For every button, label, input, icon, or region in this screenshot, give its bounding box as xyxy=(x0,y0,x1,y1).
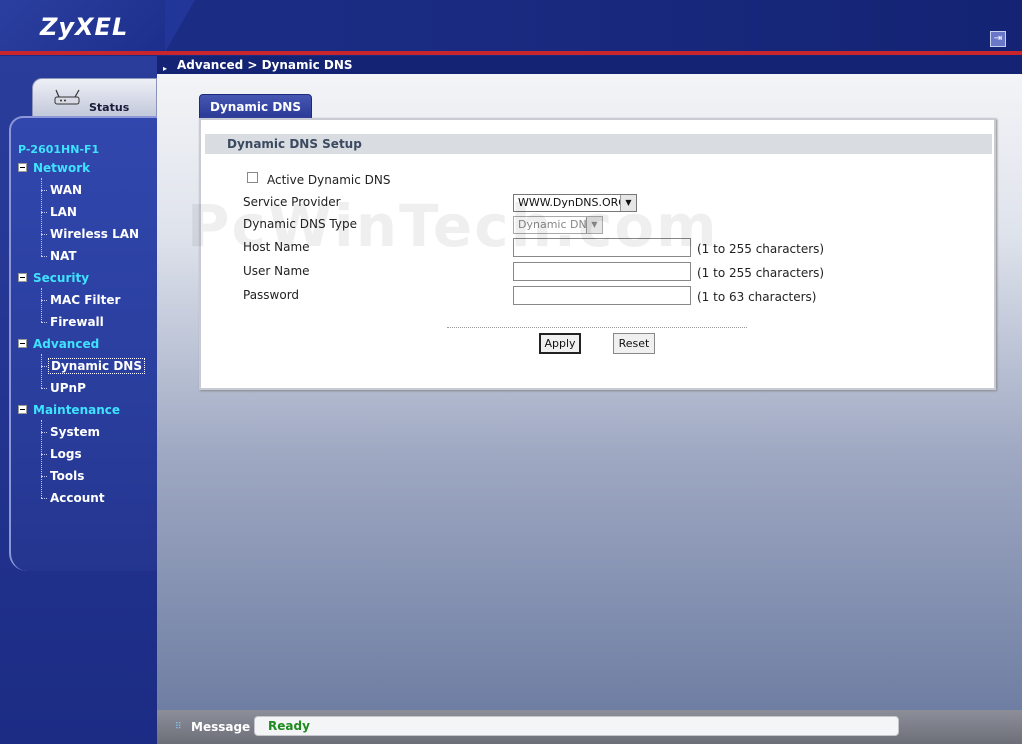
tree-line xyxy=(41,354,42,388)
breadcrumb-text: Advanced > Dynamic DNS xyxy=(177,58,353,72)
nav-group-label: Maintenance xyxy=(33,403,121,417)
collapse-icon xyxy=(18,339,27,348)
tree-tick xyxy=(41,190,47,191)
tree-tick xyxy=(41,256,47,257)
active-dynamic-dns-checkbox[interactable] xyxy=(247,172,258,183)
tab-dynamic-dns[interactable]: Dynamic DNS xyxy=(199,94,312,119)
message-label: Message xyxy=(191,720,251,734)
nav-item-wan[interactable]: WAN xyxy=(50,183,82,197)
nav-group-label: Advanced xyxy=(33,337,100,351)
device-name: P-2601HN-F1 xyxy=(18,143,100,156)
sidebar: Status P-2601HN-F1 Network WAN LAN Wirel… xyxy=(0,56,157,744)
nav-item-firewall[interactable]: Firewall xyxy=(50,315,104,329)
user-name-label: User Name xyxy=(243,264,310,278)
tree-tick xyxy=(41,388,47,389)
tree-tick xyxy=(41,476,47,477)
nav-item-mac-filter[interactable]: MAC Filter xyxy=(50,293,120,307)
password-hint: (1 to 63 characters) xyxy=(697,290,817,304)
user-name-input[interactable] xyxy=(513,262,691,281)
nav-item-account[interactable]: Account xyxy=(50,491,105,505)
nav-item-dynamic-dns[interactable]: Dynamic DNS xyxy=(48,358,145,374)
collapse-icon xyxy=(18,273,27,282)
nav-group-label: Network xyxy=(33,161,91,175)
status-label: Status xyxy=(89,101,130,114)
message-icon: ⠿ xyxy=(175,722,182,732)
apply-button[interactable]: Apply xyxy=(539,333,581,354)
message-box: Ready xyxy=(254,716,899,736)
header-bar: ZyXEL ⇥ xyxy=(0,0,1022,56)
tree-tick xyxy=(41,454,47,455)
nav-item-upnp[interactable]: UPnP xyxy=(50,381,86,395)
reset-button[interactable]: Reset xyxy=(613,333,655,354)
tree-line xyxy=(41,288,42,322)
breadcrumb-arrow-icon: ▸ xyxy=(163,64,168,73)
nav-group-label: Security xyxy=(33,271,90,285)
tree-tick xyxy=(41,234,47,235)
nav-group-maintenance[interactable]: Maintenance xyxy=(18,403,120,417)
nav-item-system[interactable]: System xyxy=(50,425,100,439)
logout-icon[interactable]: ⇥ xyxy=(990,31,1006,47)
status-bar: ⠿ Message Ready xyxy=(157,710,1022,744)
collapse-icon xyxy=(18,163,27,172)
main-content: Dynamic DNS Dynamic DNS Setup Active Dyn… xyxy=(157,74,1022,710)
nav-item-lan[interactable]: LAN xyxy=(50,205,77,219)
tree-tick xyxy=(41,432,47,433)
tree-tick xyxy=(41,498,47,499)
header-divider xyxy=(0,51,1022,55)
nav-item-logs[interactable]: Logs xyxy=(50,447,82,461)
tree-tick xyxy=(41,212,47,213)
nav-item-tools[interactable]: Tools xyxy=(50,469,84,483)
nav-item-nat[interactable]: NAT xyxy=(50,249,77,263)
zyxel-logo: ZyXEL xyxy=(40,13,129,41)
nav-item-wireless-lan[interactable]: Wireless LAN xyxy=(50,227,139,241)
collapse-icon xyxy=(18,405,27,414)
nav-group-advanced[interactable]: Advanced xyxy=(18,337,99,351)
form-divider xyxy=(447,327,747,328)
tree-tick xyxy=(41,366,47,367)
user-name-hint: (1 to 255 characters) xyxy=(697,266,825,280)
password-label: Password xyxy=(243,288,300,302)
breadcrumb: ▸ Advanced > Dynamic DNS xyxy=(157,56,1022,74)
router-icon xyxy=(54,89,80,105)
tree-tick xyxy=(41,322,47,323)
tree-tick xyxy=(41,300,47,301)
password-input[interactable] xyxy=(513,286,691,305)
nav-group-network[interactable]: Network xyxy=(18,161,90,175)
section-title: Dynamic DNS Setup xyxy=(205,134,992,154)
watermark: PcWinTech.com xyxy=(187,192,719,260)
nav-group-security[interactable]: Security xyxy=(18,271,89,285)
active-dynamic-dns-label: Active Dynamic DNS xyxy=(267,173,391,187)
